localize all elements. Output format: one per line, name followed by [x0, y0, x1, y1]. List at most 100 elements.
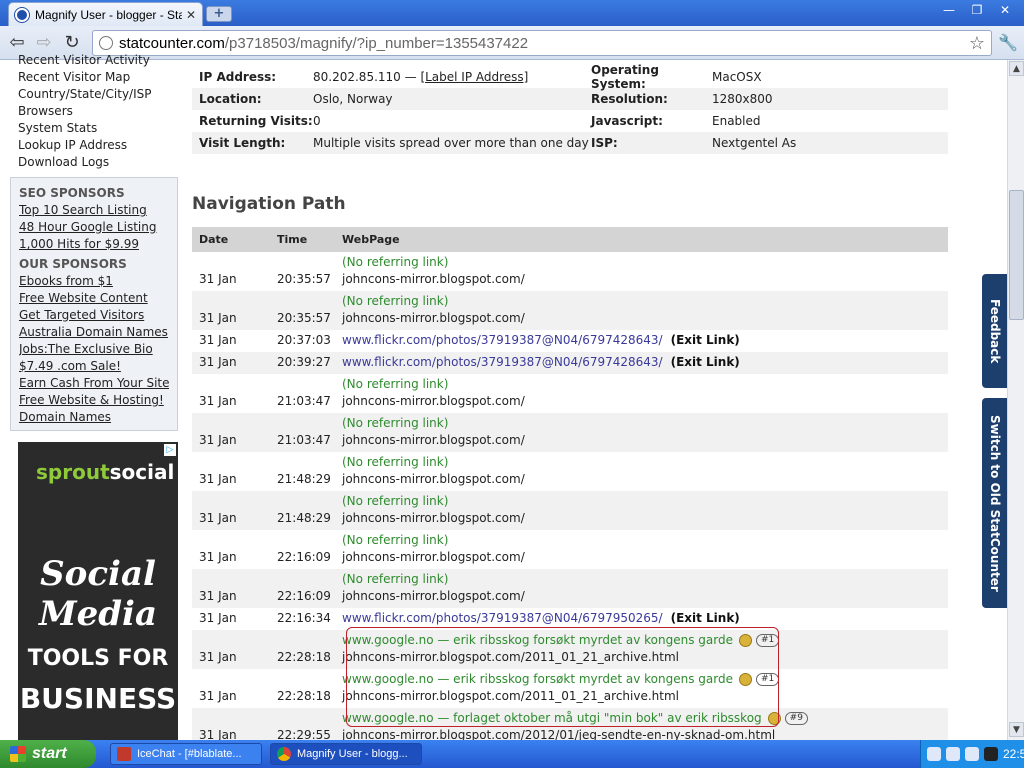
- reload-icon[interactable]: ↻: [61, 32, 83, 54]
- row-date: 31 Jan: [199, 272, 237, 286]
- wrench-icon[interactable]: 🔧: [998, 33, 1018, 52]
- bookmark-star-icon[interactable]: ☆: [969, 33, 985, 54]
- ad-line: Media: [39, 594, 157, 634]
- page-link[interactable]: johncons-mirror.blogspot.com/: [342, 432, 948, 449]
- minimize-icon[interactable]: —: [936, 2, 962, 18]
- sponsor-link[interactable]: Top 10 Search Listing: [19, 202, 169, 219]
- sidebar-link-recent-visitor-map[interactable]: Recent Visitor Map: [10, 69, 178, 86]
- network-icon[interactable]: [946, 747, 960, 761]
- ip-value: 80.202.85.110 — [Label IP Address]: [313, 70, 591, 84]
- sponsor-link[interactable]: Australia Domain Names: [19, 324, 169, 341]
- maximize-icon[interactable]: ❐: [964, 2, 990, 18]
- page-link[interactable]: johncons-mirror.blogspot.com/: [342, 588, 948, 605]
- exit-link[interactable]: www.flickr.com/photos/37919387@N04/67974…: [342, 333, 663, 347]
- table-row: 31 Jan 20:37:03 www.flickr.com/photos/3791…: [192, 330, 948, 352]
- location-value: Oslo, Norway: [313, 92, 393, 106]
- search-engine-icon[interactable]: [738, 673, 752, 686]
- info-row: Location: Oslo, Norway Resolution: 1280x…: [192, 88, 948, 110]
- chrome-icon: [277, 747, 291, 761]
- exit-link[interactable]: www.flickr.com/photos/37919387@N04/67979…: [342, 611, 663, 625]
- close-tab-icon[interactable]: ✕: [186, 8, 196, 22]
- isp-value: Nextgentel As: [712, 136, 797, 150]
- globe-icon: [99, 36, 113, 50]
- row-time: 22:28:18: [277, 650, 331, 664]
- start-button[interactable]: start: [0, 740, 96, 768]
- sponsor-link[interactable]: Free Website Content: [19, 290, 169, 307]
- sponsor-link[interactable]: Ebooks from $1: [19, 273, 169, 290]
- referring-link[interactable]: (No referring link): [342, 454, 948, 471]
- scroll-down-icon[interactable]: ▼: [1009, 722, 1024, 737]
- row-time: 20:37:03: [277, 333, 331, 347]
- sidebar-link-country-state-city-isp[interactable]: Country/State/City/ISP: [10, 86, 178, 103]
- browser-tab[interactable]: Magnify User - blogger - StatC ✕: [8, 2, 203, 26]
- referring-link[interactable]: (No referring link): [342, 254, 948, 271]
- system-tray: 22:54: [920, 740, 1024, 768]
- exit-link[interactable]: www.flickr.com/photos/37919387@N04/67974…: [342, 355, 663, 369]
- referring-link[interactable]: www.google.no — forlaget oktober må utgi…: [342, 710, 948, 727]
- ad-brand-part: sprout: [36, 460, 110, 484]
- navigation-table-header: Date Time WebPage: [192, 227, 948, 252]
- feedback-tab[interactable]: Feedback: [982, 274, 1008, 388]
- referring-text: (No referring link): [342, 377, 449, 391]
- scroll-up-icon[interactable]: ▲: [1009, 61, 1024, 76]
- new-tab-button[interactable]: +: [206, 6, 232, 22]
- search-rank-badge: #1: [755, 673, 780, 686]
- sidebar-link-download-logs[interactable]: Download Logs: [10, 154, 178, 171]
- back-icon[interactable]: ⇦: [6, 32, 28, 54]
- sponsor-link[interactable]: Jobs:The Exclusive Bio: [19, 341, 169, 358]
- switch-old-statcounter-tab[interactable]: Switch to Old StatCounter: [982, 398, 1008, 608]
- sidebar-link-recent-visitor-activity[interactable]: Recent Visitor Activity: [10, 52, 178, 69]
- scroll-thumb[interactable]: [1009, 190, 1024, 320]
- referring-link[interactable]: (No referring link): [342, 376, 948, 393]
- referring-link[interactable]: (No referring link): [342, 532, 948, 549]
- row-time: 21:03:47: [277, 394, 331, 408]
- row-webpage: www.google.no — forlaget oktober må utgi…: [342, 710, 948, 740]
- ad-banner[interactable]: ▷ sproutsocial Social Media TOOLS FOR BU…: [18, 442, 178, 742]
- volume-icon[interactable]: [965, 747, 979, 761]
- visitor-info-table: IP Address: 80.202.85.110 — [Label IP Ad…: [192, 63, 948, 154]
- page-link[interactable]: johncons-mirror.blogspot.com/: [342, 549, 948, 566]
- sponsor-link[interactable]: Earn Cash From Your Site: [19, 375, 169, 392]
- page-link[interactable]: johncons-mirror.blogspot.com/2011_01_21_…: [342, 649, 948, 666]
- sidebar-link-lookup-ip[interactable]: Lookup IP Address: [10, 137, 178, 154]
- sponsor-link[interactable]: 48 Hour Google Listing: [19, 219, 169, 236]
- page-link[interactable]: johncons-mirror.blogspot.com/: [342, 310, 948, 327]
- ad-brand: sproutsocial: [36, 460, 174, 484]
- search-engine-icon[interactable]: [738, 634, 752, 647]
- ip-address: 80.202.85.110 —: [313, 70, 417, 84]
- page-link[interactable]: johncons-mirror.blogspot.com/: [342, 510, 948, 527]
- ad-choices-icon[interactable]: ▷: [164, 444, 176, 456]
- page-link[interactable]: johncons-mirror.blogspot.com/2011_01_21_…: [342, 688, 948, 705]
- referring-link[interactable]: (No referring link): [342, 415, 948, 432]
- sponsor-link[interactable]: Get Targeted Visitors: [19, 307, 169, 324]
- sponsor-link[interactable]: Free Website & Hosting!: [19, 392, 169, 409]
- sponsor-link[interactable]: $7.49 .com Sale!: [19, 358, 169, 375]
- row-webpage: www.google.no — erik ribsskog forsøkt my…: [342, 632, 948, 666]
- ad-brand-part: social: [109, 460, 175, 484]
- referring-link[interactable]: (No referring link): [342, 493, 948, 510]
- referring-link[interactable]: (No referring link): [342, 293, 948, 310]
- os-value: MacOSX: [712, 70, 762, 84]
- sidebar-link-browsers[interactable]: Browsers: [10, 103, 178, 120]
- page-link[interactable]: johncons-mirror.blogspot.com/: [342, 471, 948, 488]
- page-scrollbar[interactable]: ▲ ▼: [1007, 60, 1024, 740]
- tray-arrow-icon[interactable]: [927, 747, 941, 761]
- taskbar-item-chrome[interactable]: Magnify User - blogg...: [270, 743, 422, 765]
- address-bar[interactable]: statcounter.com/p3718503/magnify/?ip_num…: [92, 30, 992, 56]
- sponsor-link[interactable]: Domain Names: [19, 409, 169, 426]
- page-link[interactable]: johncons-mirror.blogspot.com/: [342, 271, 948, 288]
- table-row: 31 Jan 21:48:29 (No referring link) johncon…: [192, 491, 948, 530]
- close-window-icon[interactable]: ✕: [992, 2, 1018, 18]
- security-icon[interactable]: [984, 747, 998, 761]
- referring-link[interactable]: www.google.no — erik ribsskog forsøkt my…: [342, 671, 948, 688]
- forward-icon[interactable]: ⇨: [33, 32, 55, 54]
- taskbar-item-icechat[interactable]: IceChat - [#blablate...: [110, 743, 262, 765]
- referring-link[interactable]: (No referring link): [342, 571, 948, 588]
- sidebar-link-system-stats[interactable]: System Stats: [10, 120, 178, 137]
- referring-link[interactable]: www.google.no — erik ribsskog forsøkt my…: [342, 632, 948, 649]
- sponsor-link[interactable]: 1,000 Hits for $9.99: [19, 236, 169, 253]
- search-engine-icon[interactable]: [767, 712, 781, 725]
- page-link[interactable]: johncons-mirror.blogspot.com/2012/01/jeg…: [342, 727, 948, 740]
- page-link[interactable]: johncons-mirror.blogspot.com/: [342, 393, 948, 410]
- label-ip-link[interactable]: [Label IP Address]: [420, 70, 528, 84]
